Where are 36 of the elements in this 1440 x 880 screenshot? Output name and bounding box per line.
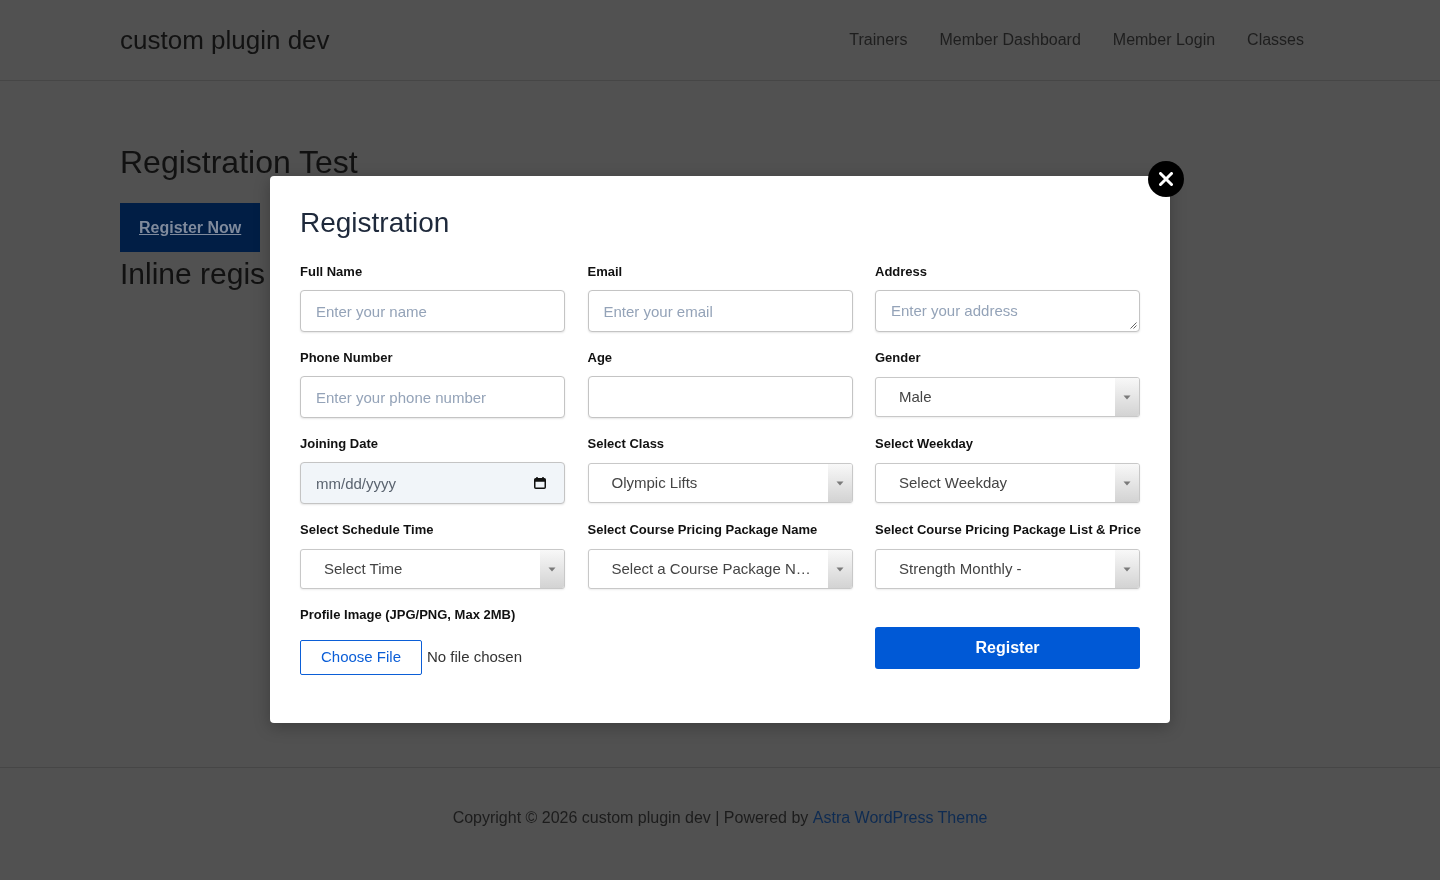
field-label: Email xyxy=(587,263,623,281)
resize-handle-icon[interactable] xyxy=(1130,322,1137,329)
field-label: Gender xyxy=(875,349,921,367)
field-label: Select Course Pricing Package List & Price xyxy=(875,521,1141,539)
dropdown[interactable]: Select a Course Package N… xyxy=(587,549,853,589)
close-button[interactable] xyxy=(1148,161,1184,197)
register-button[interactable]: Register xyxy=(875,627,1140,669)
calendar-icon[interactable] xyxy=(534,477,546,489)
field-label: Full Name xyxy=(300,263,363,281)
choose-file-button[interactable]: Choose File xyxy=(300,640,422,675)
text-input-field[interactable]: Enter your phone number xyxy=(300,376,565,418)
close-icon xyxy=(1159,172,1173,186)
page-heading: Registration Test xyxy=(120,143,358,182)
field-label: Age xyxy=(587,349,613,367)
dropdown[interactable]: Select Weekday xyxy=(875,463,1140,503)
page-subheading: Inline regis xyxy=(120,256,266,292)
text-input-field[interactable]: Enter your email xyxy=(587,290,853,332)
dropdown[interactable]: Olympic Lifts xyxy=(587,463,853,503)
field-label: Joining Date xyxy=(300,435,378,453)
dropdown[interactable]: Male xyxy=(875,377,1140,417)
text-input-field[interactable] xyxy=(587,376,853,418)
file-status: No file chosen xyxy=(427,647,523,668)
modal-title: Registration xyxy=(300,206,450,240)
register-now-button[interactable]: Register Now xyxy=(120,203,261,252)
dropdown[interactable]: Strength Monthly - xyxy=(875,549,1140,589)
field-label: Select Weekday xyxy=(875,435,974,453)
date-input-field[interactable]: mm/dd/yyyy xyxy=(300,462,565,504)
field-label: Select Schedule Time xyxy=(300,521,434,539)
field-label: Select Course Pricing Package Name xyxy=(587,521,818,539)
dropdown[interactable]: Select Time xyxy=(300,549,565,589)
field-label: Phone Number xyxy=(300,349,393,367)
field-label: Profile Image (JPG/PNG, Max 2MB) xyxy=(300,606,516,624)
field-label: Address xyxy=(875,263,928,281)
text-input-field[interactable]: Enter your name xyxy=(300,290,565,332)
text-area-field[interactable]: Enter your address xyxy=(875,290,1140,332)
field-label: Select Class xyxy=(587,435,665,453)
